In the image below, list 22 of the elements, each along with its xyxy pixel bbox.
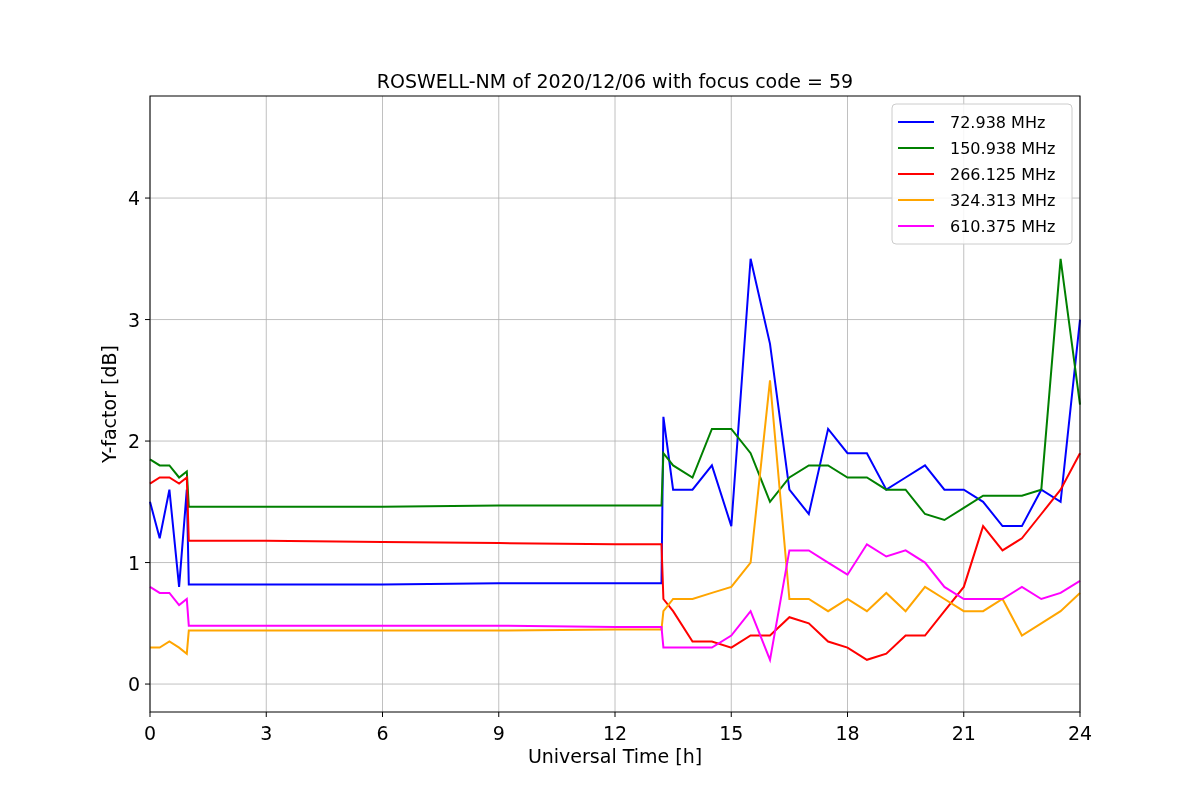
legend-label: 266.125 MHz [950,165,1056,184]
x-tick-label: 3 [260,722,273,744]
x-axis-label: Universal Time [h] [527,745,703,767]
y-axis-label: Y-factor [dB] [98,345,120,463]
x-tick-label: 0 [143,722,157,744]
x-tick-label: 18 [835,722,860,744]
y-tick-label: 0 [127,673,140,696]
y-tick-label: 2 [127,430,140,453]
x-tick-label: 6 [376,722,389,744]
legend-label: 324.313 MHz [950,191,1056,210]
y-tick-label: 4 [127,187,140,210]
x-tick-label: 9 [492,722,505,744]
x-tick-label: 21 [951,722,976,744]
x-tick-label: 12 [602,722,628,744]
legend-label: 72.938 MHz [950,113,1046,132]
x-tick-label: 24 [1067,722,1093,744]
legend-label: 610.375 MHz [950,217,1056,236]
y-tick-label: 3 [127,308,140,331]
legend-label: 150.938 MHz [950,139,1056,158]
x-tick-label: 15 [719,722,744,744]
y-tick-label: 1 [127,551,140,574]
chart-title: ROSWELL-NM of 2020/12/06 with focus code = 59 [376,70,854,92]
